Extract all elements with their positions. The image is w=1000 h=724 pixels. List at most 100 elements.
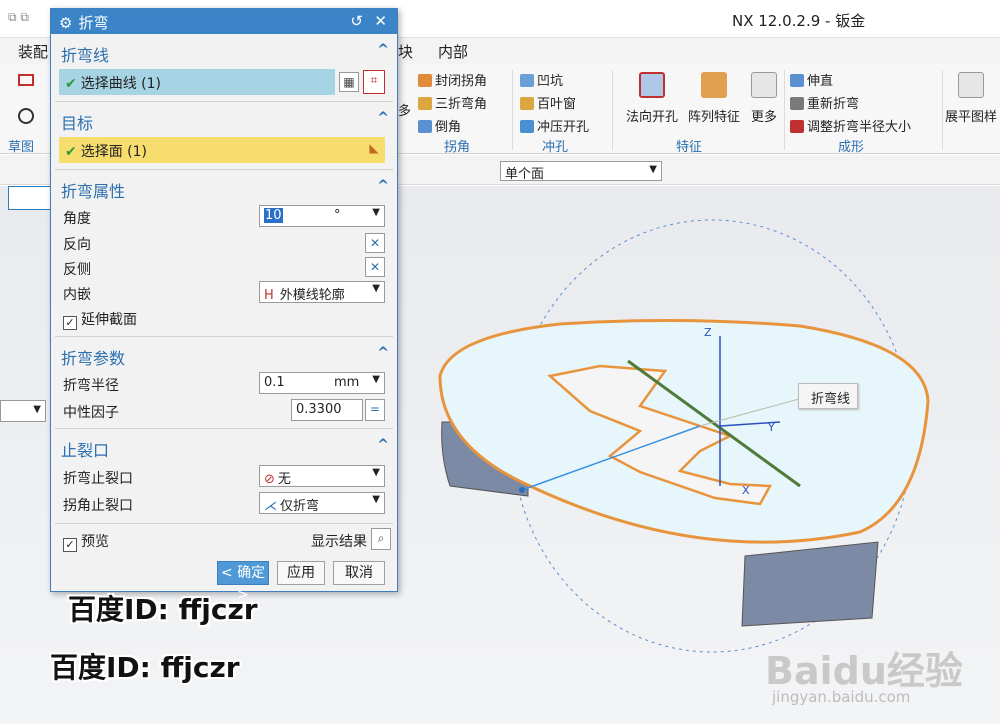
menu-item-assembly[interactable]: 装配 (18, 41, 48, 62)
ribbon-separator (784, 70, 785, 150)
section-bendline[interactable]: 折弯线 ^ (55, 39, 393, 67)
quick-access-icons[interactable]: ⧉ ⧉ (8, 10, 29, 25)
chevron-down-icon: ▼ (372, 374, 380, 385)
ok-button[interactable]: < 确定 > (217, 561, 269, 603)
flat-pattern-icon (958, 72, 984, 98)
cancel-button[interactable]: 取消 (333, 561, 385, 585)
x-label: X (742, 484, 750, 497)
drawn-cutout-button[interactable]: 冲压开孔 (520, 116, 589, 135)
selection-filter-dropdown[interactable]: 单个面 ▼ (500, 161, 662, 182)
unbend-button[interactable]: 伸直 (790, 70, 833, 89)
flat-pattern-button[interactable]: 展平图样 (944, 72, 998, 125)
bend-relief-label: 折弯止裂口 (63, 471, 133, 487)
apply-button[interactable]: 应用 (277, 561, 325, 585)
flip-side-icon[interactable]: ✕ (365, 257, 385, 277)
magnifier-icon[interactable]: ⌕ (371, 528, 391, 550)
flip-side-label: 反侧 (63, 262, 91, 278)
rebend-icon (790, 97, 804, 110)
more-partial-label: 多 (398, 104, 412, 119)
extend-profile-checkbox[interactable]: ✓ 延伸截面 (63, 309, 137, 330)
group-label-feature: 特征 (676, 140, 703, 155)
resize-bend-radius-icon (790, 120, 804, 133)
menu-item-block[interactable]: 块 (398, 41, 413, 62)
section-bend-parameters[interactable]: 折弯参数 ^ (55, 342, 393, 370)
select-curve-icon[interactable]: ⌗ (363, 70, 385, 94)
chamfer-button[interactable]: 倒角 (418, 116, 461, 135)
preview-checkbox[interactable]: ✓ 预览 (63, 531, 109, 552)
app-title: NX 12.0.2.9 - 钣金 (732, 12, 866, 30)
inset-dropdown[interactable]: H 外模线轮廓 ▼ (259, 281, 385, 303)
section-bend-properties[interactable]: 折弯属性 ^ (55, 175, 393, 203)
k-factor-input[interactable]: 0.3300 (291, 399, 363, 421)
section-relief[interactable]: 止裂口 ^ (55, 434, 393, 462)
section-divider (55, 523, 393, 524)
circle-icon[interactable] (18, 108, 34, 128)
dimple-icon (520, 74, 534, 87)
section-target[interactable]: 目标 ^ (55, 107, 393, 135)
watermark-id: 百度ID: ffjczr (68, 593, 258, 626)
closed-corner-button[interactable]: 封闭拐角 (418, 70, 487, 89)
chamfer-icon (418, 120, 432, 133)
gear-icon: ⚙ (59, 14, 73, 32)
section-divider (55, 101, 393, 102)
inset-label: 内嵌 (63, 287, 91, 303)
pattern-feature-button[interactable]: 阵列特征 (684, 72, 744, 125)
collapse-icon[interactable]: ^ (377, 110, 389, 126)
baidu-url: jingyan.baidu.com (772, 688, 911, 706)
collapse-icon[interactable]: ^ (377, 345, 389, 361)
group-label-corner: 拐角 (444, 140, 471, 155)
section-divider (55, 336, 393, 337)
origin-point (519, 487, 525, 493)
more-button[interactable]: 更多 (748, 72, 780, 125)
collapse-icon[interactable]: ^ (377, 178, 389, 194)
dialog-titlebar[interactable]: ⚙ 折弯 ↺ ✕ (51, 9, 397, 34)
close-icon[interactable]: ✕ (374, 12, 387, 30)
pattern-feature-icon (701, 72, 727, 98)
chevron-down-icon: ▼ (372, 494, 380, 505)
angle-input[interactable]: 10 ° ▼ (259, 205, 385, 227)
checkbox-checked-icon: ✓ (63, 538, 77, 552)
ribbon-separator (942, 70, 943, 150)
rectangle-icon[interactable] (18, 74, 34, 90)
closed-corner-icon (418, 74, 432, 87)
bend-dialog: ⚙ 折弯 ↺ ✕ 折弯线 ^ ✔ 选择曲线 (1) ▦ ⌗ 目标 ^ ✔ 选择面 (1) … (50, 8, 398, 603)
k-factor-label: 中性因子 (63, 405, 119, 421)
checkbox-checked-icon: ✓ (63, 316, 77, 330)
baidu-logo: Baidu经验 (765, 649, 963, 693)
dimple-button[interactable]: 凹坑 (520, 70, 563, 89)
three-bend-corner-icon (418, 97, 432, 110)
corner-relief-dropdown[interactable]: ⋌ 仅折弯 ▼ (259, 492, 385, 514)
louver-icon (520, 97, 534, 110)
more-icon (751, 72, 777, 98)
bend-radius-input[interactable]: 0.1 mm ▼ (259, 372, 385, 394)
collapse-icon[interactable]: ^ (377, 42, 389, 58)
normal-cutout-button[interactable]: 法向开孔 (624, 72, 680, 125)
rebend-button[interactable]: 重新折弯 (790, 93, 859, 112)
angle-label: 角度 (63, 211, 91, 227)
ribbon-separator (512, 70, 513, 150)
select-face-row[interactable]: ✔ 选择面 (1) (59, 137, 385, 163)
collapse-icon[interactable]: ^ (377, 437, 389, 453)
bend-radius-label: 折弯半径 (63, 378, 119, 394)
curve-rule-icon[interactable]: ▦ (339, 72, 359, 92)
louver-button[interactable]: 百叶窗 (520, 93, 576, 112)
watermark-id: 百度ID: ffjczr (50, 651, 240, 684)
show-result-label[interactable]: 显示结果 (311, 531, 367, 551)
normal-cutout-icon (639, 72, 665, 98)
reset-icon[interactable]: ↺ (350, 12, 363, 30)
equals-icon[interactable]: = (365, 399, 385, 421)
face-select-icon[interactable]: ◣ (363, 139, 385, 159)
resize-bend-radius-button[interactable]: 调整折弯半径大小 (790, 116, 911, 135)
ribbon-separator (612, 70, 613, 150)
reverse-label: 反向 (63, 237, 91, 253)
three-bend-corner-button[interactable]: 三折弯角 (418, 93, 487, 112)
section-divider (55, 428, 393, 429)
section-divider (55, 169, 393, 170)
select-curve-row[interactable]: ✔ 选择曲线 (1) (59, 69, 335, 95)
menu-item-internal[interactable]: 内部 (438, 41, 468, 62)
reverse-direction-icon[interactable]: ✕ (365, 233, 385, 253)
unbend-icon (790, 74, 804, 87)
dialog-title: 折弯 (78, 14, 109, 32)
bend-relief-dropdown[interactable]: ⊘ 无 ▼ (259, 465, 385, 487)
chevron-down-icon: ▼ (372, 467, 380, 478)
